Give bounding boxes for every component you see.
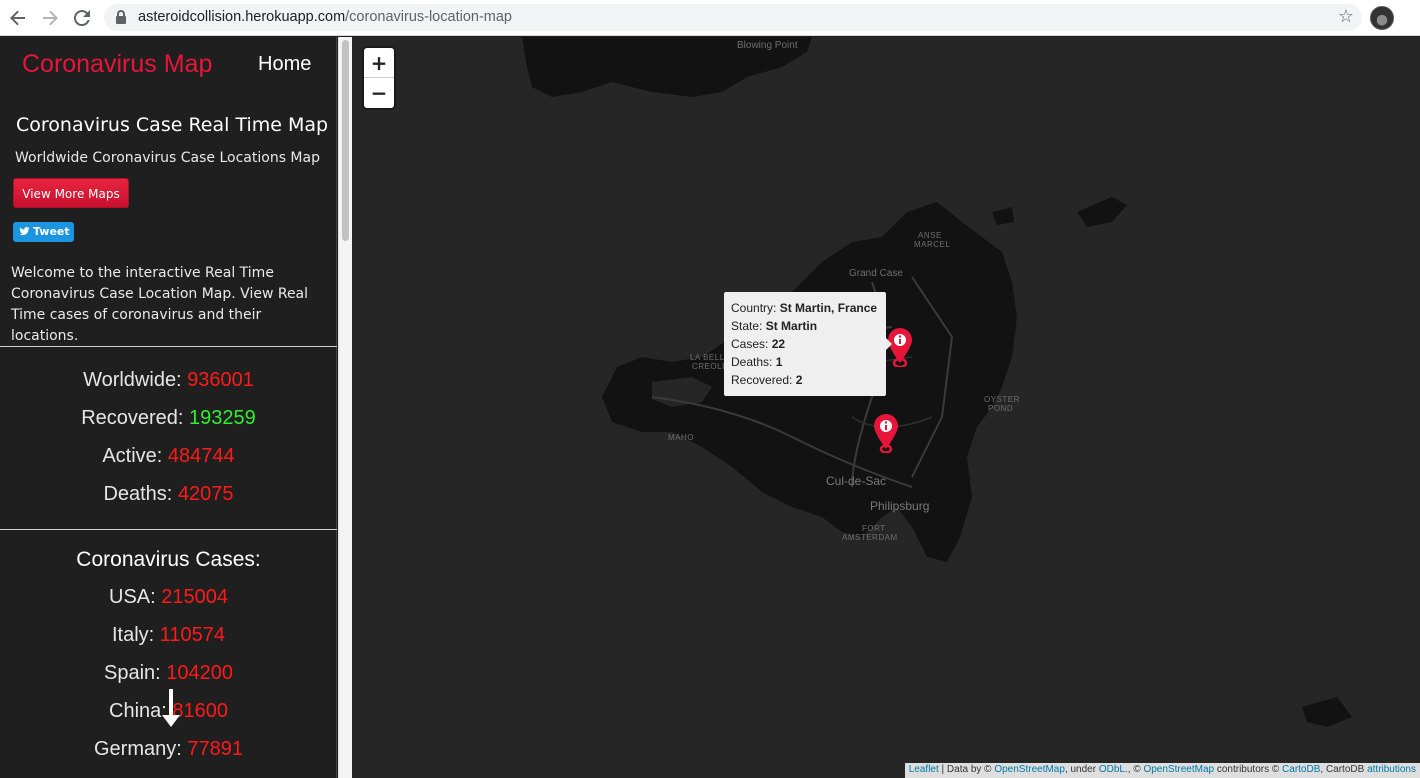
place-label: FORT	[862, 524, 886, 533]
url-text: asteroidcollision.herokuapp.com/coronavi…	[138, 9, 512, 25]
osm-link-2[interactable]: OpenStreetMap	[1143, 764, 1214, 775]
tweet-button[interactable]: Tweet	[13, 222, 74, 242]
island-land-shapes	[522, 37, 1352, 727]
address-bar[interactable]: asteroidcollision.herokuapp.com/coronavi…	[104, 4, 1362, 31]
place-label: MARCEL	[914, 240, 951, 249]
stat-label: Worldwide:	[83, 369, 182, 391]
leaflet-link[interactable]: Leaflet	[909, 764, 939, 775]
tweet-label: Tweet	[33, 225, 70, 238]
divider	[0, 346, 337, 347]
page-title: Coronavirus Case Real Time Map	[16, 114, 329, 136]
stat-value: 42075	[177, 483, 234, 505]
stat-deaths: Deaths: 42075	[0, 483, 337, 506]
reload-icon[interactable]	[70, 6, 94, 30]
country-label: China:	[109, 700, 167, 722]
country-row: USA: 215004	[0, 586, 337, 609]
cases-heading: Coronavirus Cases:	[76, 548, 261, 571]
star-icon[interactable]: ☆	[1338, 6, 1354, 27]
attributions-link[interactable]: attributions	[1367, 764, 1416, 775]
place-label: POND	[988, 404, 1014, 413]
popup-tip	[886, 338, 892, 350]
country-value: 104200	[166, 662, 234, 684]
country-value: 110574	[159, 624, 226, 646]
zoom-in-button[interactable]: +	[364, 48, 394, 78]
browser-toolbar: asteroidcollision.herokuapp.com/coronavi…	[0, 0, 1420, 36]
forward-arrow-icon[interactable]	[38, 6, 62, 30]
stat-active: Active: 484744	[0, 445, 337, 468]
place-label: MAHO	[668, 433, 694, 442]
map-canvas[interactable]: + − Blowing Point ANSE MARCEL Grand Case…	[352, 37, 1420, 778]
cartodb-link[interactable]: CartoDB	[1282, 764, 1320, 775]
map-marker[interactable]	[872, 413, 900, 454]
country-row: Italy: 110574	[0, 624, 337, 647]
info-pin-icon	[874, 414, 898, 454]
stat-value: 936001	[187, 369, 254, 391]
place-label: AMSTERDAM	[842, 533, 898, 542]
country-label: Germany:	[94, 738, 182, 760]
profile-avatar[interactable]	[1370, 6, 1394, 30]
country-value: 77891	[187, 738, 243, 760]
view-more-maps-button[interactable]: View More Maps	[13, 178, 129, 208]
scrollbar-thumb[interactable]	[342, 40, 349, 241]
map-attribution: Leaflet | Data by © OpenStreetMap, under…	[904, 763, 1420, 778]
place-label: ANSE	[918, 231, 942, 240]
stat-value: 193259	[189, 407, 256, 429]
page-subtitle: Worldwide Coronavirus Case Locations Map	[15, 150, 320, 166]
country-row: Spain: 104200	[0, 662, 337, 685]
place-label: OYSTER	[984, 395, 1020, 404]
country-label: Italy:	[111, 624, 155, 646]
popup-deaths-row: Deaths: 1	[731, 355, 783, 369]
odbl-link[interactable]: ODbL.	[1099, 764, 1128, 775]
scroll-down-arrow-icon	[162, 689, 180, 729]
place-label: Blowing Point	[737, 40, 798, 51]
home-link[interactable]: Home	[258, 53, 311, 76]
sidebar: Coronavirus Map Home Coronavirus Case Re…	[0, 37, 337, 778]
country-label: USA:	[109, 586, 156, 608]
zoom-out-button[interactable]: −	[364, 78, 394, 108]
marker-popup: Country: St Martin, France State: St Mar…	[724, 292, 892, 396]
zoom-control: + −	[364, 48, 394, 108]
sidebar-scrollbar[interactable]	[338, 37, 352, 778]
divider	[0, 529, 337, 530]
lock-icon	[116, 10, 126, 24]
brand-logo-text[interactable]: Coronavirus Map	[22, 50, 212, 79]
country-value: 215004	[161, 586, 228, 608]
twitter-bird-icon	[19, 227, 30, 236]
stat-value: 484744	[167, 445, 235, 467]
stat-label: Recovered:	[81, 407, 184, 429]
back-arrow-icon[interactable]	[6, 6, 30, 30]
stat-label: Deaths:	[103, 483, 173, 505]
country-value: 81600	[172, 700, 228, 722]
place-label: CREOLE	[692, 362, 728, 371]
popup-state-row: State: St Martin	[731, 319, 818, 333]
osm-link[interactable]: OpenStreetMap	[994, 764, 1065, 775]
country-row: Germany: 77891	[0, 738, 337, 761]
place-label: Philipsburg	[870, 499, 930, 513]
welcome-text: Welcome to the interactive Real Time Cor…	[11, 265, 309, 344]
popup-cases-row: Cases: 22	[731, 337, 786, 351]
stat-worldwide: Worldwide: 936001	[0, 369, 337, 392]
country-label: Spain:	[103, 662, 161, 684]
popup-recovered-row: Recovered: 2	[731, 373, 803, 387]
stat-recovered: Recovered: 193259	[0, 407, 337, 430]
place-label: Grand Case	[849, 268, 903, 279]
place-label: Cul-de-Sac	[826, 474, 887, 488]
stat-label: Active:	[102, 445, 163, 467]
popup-country-row: Country: St Martin, France	[731, 301, 878, 315]
